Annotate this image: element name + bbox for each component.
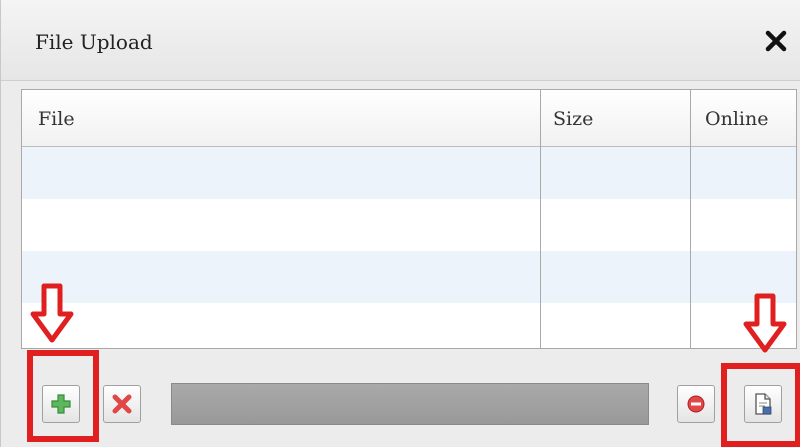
dialog-title: File Upload bbox=[35, 30, 153, 54]
upload-progress-bar bbox=[171, 383, 649, 425]
grid-header: File Size Online bbox=[22, 90, 796, 147]
file-grid: File Size Online bbox=[21, 89, 797, 349]
column-header-size[interactable]: Size bbox=[553, 108, 593, 130]
remove-file-button[interactable] bbox=[103, 385, 141, 423]
dialog-titlebar: File Upload bbox=[1, 0, 800, 81]
cancel-upload-button[interactable] bbox=[677, 385, 715, 423]
close-icon bbox=[765, 30, 787, 52]
column-divider bbox=[690, 90, 691, 348]
table-row[interactable] bbox=[22, 147, 796, 199]
table-row[interactable] bbox=[22, 251, 796, 303]
column-header-file[interactable]: File bbox=[38, 108, 75, 130]
add-button-highlight bbox=[27, 350, 99, 442]
column-header-online[interactable]: Online bbox=[705, 108, 768, 130]
column-divider bbox=[540, 90, 541, 348]
upload-button-highlight bbox=[721, 363, 800, 447]
remove-icon bbox=[112, 394, 132, 414]
down-arrow-icon bbox=[30, 283, 74, 343]
table-row[interactable] bbox=[22, 303, 796, 348]
close-button[interactable] bbox=[759, 24, 793, 58]
cancel-icon bbox=[687, 395, 705, 413]
file-upload-dialog: File Upload File Size Online bbox=[0, 0, 800, 447]
table-row[interactable] bbox=[22, 199, 796, 251]
down-arrow-icon bbox=[743, 293, 787, 353]
